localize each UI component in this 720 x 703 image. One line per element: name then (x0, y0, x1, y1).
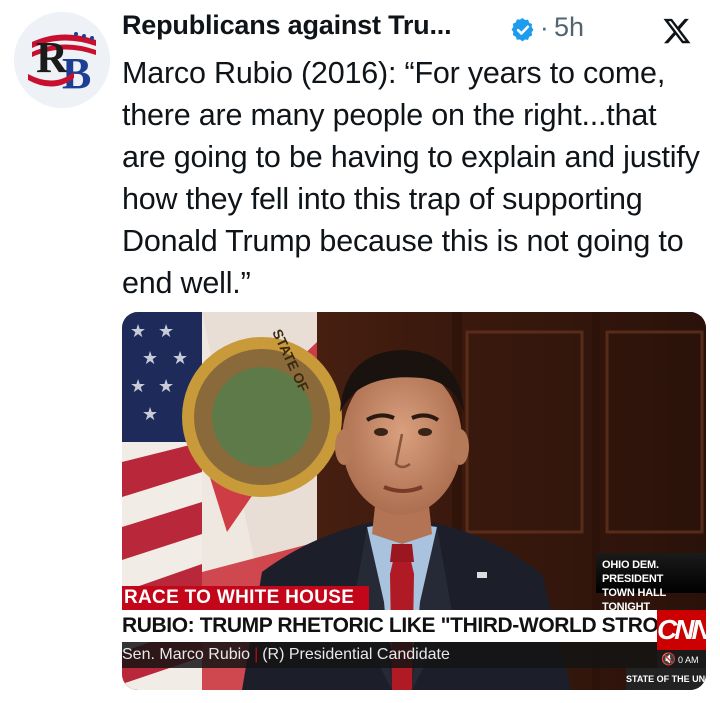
section-banner: RACE TO WHITE HOUSE (122, 586, 369, 610)
post-text: Marco Rubio (2016): “For years to come, … (122, 56, 700, 300)
cnn-logo-icon: CNN (657, 610, 706, 650)
x-logo-icon[interactable] (662, 16, 692, 46)
post-timestamp[interactable]: 5h (554, 12, 584, 43)
name-chyron: Sen. Marco Rubio | (R) Presidential Candid… (122, 642, 657, 668)
video-thumbnail[interactable]: ★ ★ ★ ★ ★ ★ ★ STATE OF OHIO DEM. PRESIDE… (122, 312, 706, 690)
mute-button[interactable]: 🔇 0 AM (657, 650, 706, 668)
svg-text:★: ★ (158, 376, 174, 396)
svg-text:★: ★ (172, 348, 188, 368)
post-header: Republicans against Tru... · 5h (122, 8, 700, 52)
svg-text:★: ★ (130, 321, 146, 341)
svg-text:B: B (62, 49, 91, 98)
program-label: STATE OF THE UNION (626, 668, 706, 690)
rb-logo-icon: R B (14, 12, 110, 108)
svg-text:★: ★ (142, 404, 158, 424)
corner-chyron: OHIO DEM. PRESIDENT TOWN HALL TONIGHT (596, 553, 706, 613)
corner-chyron-line-1: OHIO DEM. PRESIDENT (602, 559, 664, 585)
svg-text:★: ★ (142, 348, 158, 368)
author-avatar[interactable]: R B (14, 12, 110, 108)
header-separator: · (540, 12, 549, 42)
author-name[interactable]: Republicans against Tru... (122, 10, 452, 41)
verified-badge-icon[interactable] (510, 17, 536, 43)
speaker-title: (R) Presidential Candidate (262, 646, 450, 663)
svg-text:★: ★ (158, 321, 174, 341)
speaker-name: Sen. Marco Rubio (122, 646, 251, 663)
headline-chyron: RUBIO: TRUMP RHETORIC LIKE "THIRD-WORLD … (122, 610, 657, 642)
svg-text:★: ★ (130, 376, 146, 396)
clock-text: 0 AM (677, 655, 699, 665)
mute-icon[interactable]: 🔇 (657, 650, 676, 668)
divider-bar: | (254, 646, 259, 663)
